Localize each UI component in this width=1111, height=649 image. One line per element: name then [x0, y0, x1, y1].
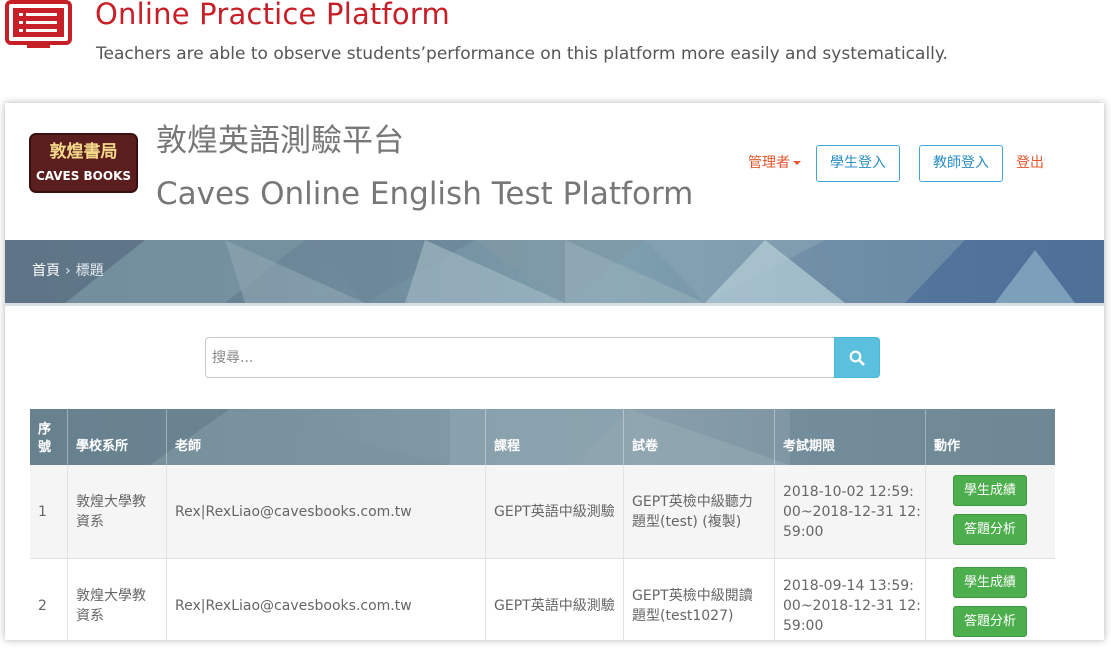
- teacher-login-button[interactable]: 教師登入: [919, 145, 1003, 182]
- cell-paper: GEPT英檢中級閱讀題型(test1027): [624, 559, 775, 640]
- banner-polygon-background: [5, 240, 1104, 303]
- platform-screenshot: 敦煌書局 CAVES BOOKS 敦煌英語測驗平台 Caves Online E…: [5, 103, 1104, 640]
- header-teacher: 老師: [167, 409, 486, 465]
- cell-teacher-text: Rex|RexLiao@cavesbooks.com.tw: [175, 504, 412, 520]
- page-title: Online Practice Platform: [95, 0, 450, 31]
- logout-link[interactable]: 登出: [1016, 153, 1044, 173]
- page-heading: Online Practice Platform Teachers are ab…: [0, 0, 1111, 80]
- cell-period-text: 2018-10-02 12:59:00~2018-12-31 12:59:00: [783, 484, 921, 540]
- breadcrumb-home-link[interactable]: 首頁: [32, 263, 60, 279]
- admin-dropdown[interactable]: 管理者: [748, 153, 801, 173]
- cell-school-text: 敦煌大學教資系: [76, 588, 146, 624]
- site-title-english: Caves Online English Test Platform: [156, 176, 694, 212]
- list-screen-icon: [5, 0, 72, 48]
- header-paper: 試卷: [624, 409, 775, 465]
- cell-paper: GEPT英檢中級聽力題型(test) (複製): [624, 465, 775, 559]
- cell-teacher: Rex|RexLiao@cavesbooks.com.tw: [167, 465, 486, 559]
- header-period-label: 考試期限: [783, 439, 836, 454]
- cell-paper-text: GEPT英檢中級閱讀題型(test1027): [632, 588, 753, 624]
- page-subtitle: Teachers are able to observe students’pe…: [96, 44, 948, 64]
- table-header: 序號 學校系所 老師 課程 試卷 考試期限 動作: [30, 409, 1055, 465]
- header-paper-label: 試卷: [632, 439, 659, 454]
- answer-analysis-button[interactable]: 答題分析: [953, 514, 1027, 545]
- header-course: 課程: [486, 409, 624, 465]
- student-scores-button[interactable]: 學生成績: [953, 567, 1027, 598]
- cell-course-text: GEPT英語中級測驗: [494, 504, 615, 520]
- student-scores-button[interactable]: 學生成績: [953, 475, 1027, 506]
- header-action: 動作: [926, 409, 1055, 465]
- header-school: 學校系所: [68, 409, 167, 465]
- cell-seq: 2: [30, 559, 68, 640]
- caret-down-icon: [793, 161, 801, 165]
- header-action-label: 動作: [934, 439, 961, 454]
- logo-chinese-text: 敦煌書局: [49, 142, 118, 162]
- cell-course: GEPT英語中級測驗: [486, 465, 624, 559]
- cell-seq-text: 1: [38, 504, 47, 520]
- admin-dropdown-label: 管理者: [748, 155, 790, 171]
- caves-books-logo[interactable]: 敦煌書局 CAVES BOOKS: [29, 133, 138, 193]
- site-header: 敦煌書局 CAVES BOOKS 敦煌英語測驗平台 Caves Online E…: [5, 103, 1104, 240]
- cell-paper-text: GEPT英檢中級聽力題型(test) (複製): [632, 494, 753, 530]
- breadcrumb-current: 標題: [75, 263, 104, 279]
- cell-course: GEPT英語中級測驗: [486, 559, 624, 640]
- student-login-button[interactable]: 學生登入: [816, 145, 900, 182]
- cell-course-text: GEPT英語中級測驗: [494, 598, 615, 614]
- header-seq-label: 序號: [38, 422, 52, 455]
- table-row: 1 敦煌大學教資系 Rex|RexLiao@cavesbooks.com.tw …: [30, 465, 1055, 559]
- table-row: 2 敦煌大學教資系 Rex|RexLiao@cavesbooks.com.tw …: [30, 559, 1055, 640]
- header-period: 考試期限: [775, 409, 926, 465]
- breadcrumb: 首頁 › 標題: [32, 261, 104, 281]
- header-seq: 序號: [30, 409, 68, 465]
- search-input[interactable]: [205, 337, 835, 378]
- banner-divider: [5, 303, 1104, 306]
- search-button[interactable]: [834, 337, 880, 378]
- search-icon: [849, 350, 865, 366]
- breadcrumb-separator: ›: [65, 263, 71, 279]
- site-title-chinese: 敦煌英語測驗平台: [156, 123, 404, 159]
- cell-period: 2018-10-02 12:59:00~2018-12-31 12:59:00: [775, 465, 926, 559]
- answer-analysis-button[interactable]: 答題分析: [953, 606, 1027, 637]
- exam-table: 序號 學校系所 老師 課程 試卷 考試期限 動作 1 敦煌大學教資系 Rex|R…: [30, 409, 1055, 640]
- cell-teacher-text: Rex|RexLiao@cavesbooks.com.tw: [175, 598, 412, 614]
- search-bar: [205, 337, 880, 378]
- header-school-label: 學校系所: [76, 439, 129, 454]
- cell-school: 敦煌大學教資系: [68, 559, 167, 640]
- cell-period: 2018-09-14 13:59:00~2018-12-31 12:59:00: [775, 559, 926, 640]
- header-teacher-label: 老師: [175, 439, 202, 454]
- cell-period-text: 2018-09-14 13:59:00~2018-12-31 12:59:00: [783, 578, 921, 634]
- cell-seq: 1: [30, 465, 68, 559]
- cell-school-text: 敦煌大學教資系: [76, 494, 146, 530]
- cell-teacher: Rex|RexLiao@cavesbooks.com.tw: [167, 559, 486, 640]
- cell-school: 敦煌大學教資系: [68, 465, 167, 559]
- logo-english-text: CAVES BOOKS: [35, 169, 132, 183]
- breadcrumb-banner: 首頁 › 標題: [5, 240, 1104, 303]
- header-course-label: 課程: [494, 439, 521, 454]
- cell-seq-text: 2: [38, 598, 47, 614]
